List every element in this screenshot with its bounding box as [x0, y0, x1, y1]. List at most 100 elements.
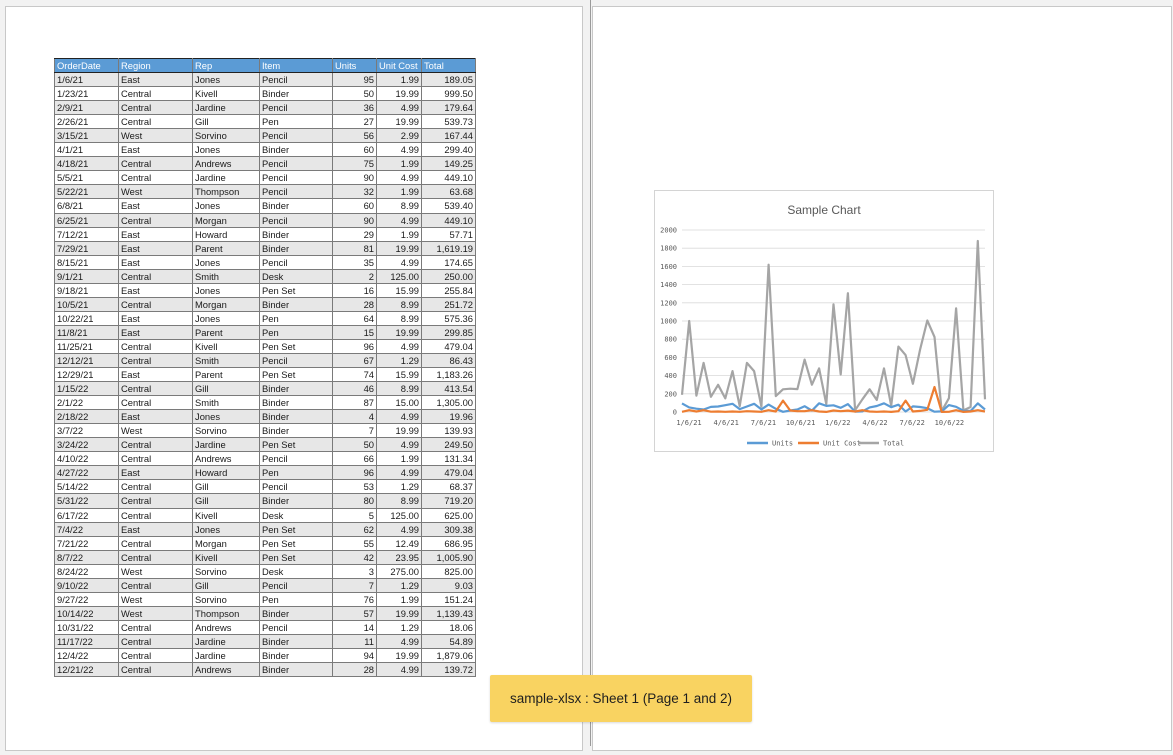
table-cell: Pencil	[259, 254, 333, 270]
table-cell: Jardine	[192, 170, 260, 186]
table-cell: Binder	[259, 493, 333, 509]
table-cell: 299.85	[421, 324, 476, 340]
table-cell: 11/8/21	[54, 324, 119, 340]
table-cell: Gill	[192, 479, 260, 495]
table-cell: Smith	[192, 352, 260, 369]
table-cell: East	[118, 240, 193, 256]
table-cell: 95	[332, 72, 377, 88]
table-cell: Central	[118, 395, 193, 411]
sample-chart[interactable]: Sample Chart 0 200 400 600 800 1000 1200 1400 160…	[654, 190, 994, 452]
table-cell: 1.99	[376, 591, 422, 607]
table-cell: 64	[332, 310, 377, 326]
x-tick-label: 7/6/21	[751, 419, 776, 427]
y-tick-label: 1600	[660, 263, 677, 271]
chart-title: Sample Chart	[787, 203, 861, 217]
table-cell: Binder	[259, 633, 333, 649]
table-cell: Central	[118, 381, 193, 397]
table-cell: 4.99	[376, 254, 422, 270]
table-cell: Central	[118, 268, 193, 284]
table-cell: Central	[118, 479, 193, 495]
table-cell: 686.95	[421, 535, 476, 551]
table-cell: 251.72	[421, 296, 476, 312]
table-cell: East	[118, 254, 193, 270]
table-cell: 54.89	[421, 633, 476, 649]
table-cell: Binder	[259, 395, 333, 411]
table-cell: Andrews	[192, 156, 260, 172]
table-cell: Central	[118, 156, 193, 172]
table-cell: Pencil	[259, 619, 333, 635]
table-cell: 10/14/22	[54, 605, 119, 621]
y-tick-label: 400	[664, 372, 677, 380]
table-cell: 8.99	[376, 296, 422, 312]
table-cell: 28	[332, 662, 377, 678]
table-cell: Smith	[192, 395, 260, 411]
table-cell: 12/4/22	[54, 647, 119, 664]
table-cell: Desk	[259, 563, 333, 579]
table-cell: 8/15/21	[54, 254, 119, 270]
table-cell: Central	[118, 662, 193, 678]
table-cell: 4/27/22	[54, 465, 119, 481]
table-cell: 167.44	[421, 128, 476, 144]
table-cell: 149.25	[421, 156, 476, 172]
table-row: 1/23/21 Central Kivell Binder 50 19.99 999.50	[54, 86, 476, 102]
table-row: 1/6/21 East Jones Pencil 95 1.99 189.05	[54, 72, 476, 88]
table-cell: 4.99	[376, 170, 422, 186]
table-cell: Morgan	[192, 212, 260, 228]
table-cell: East	[118, 198, 193, 214]
table-cell: 7	[332, 423, 377, 439]
table-cell: Central	[118, 170, 193, 186]
table-cell: Central	[118, 619, 193, 635]
table-cell: 11/25/21	[54, 338, 119, 354]
table-row: 2/26/21 Central Gill Pen 27 19.99 539.73	[54, 114, 476, 130]
table-cell: Gill	[192, 577, 260, 593]
y-tick-label: 1200	[660, 299, 677, 307]
table-row: 11/8/21 East Parent Pen 15 19.99 299.85	[54, 324, 476, 340]
table-cell: 179.64	[421, 100, 476, 116]
print-preview-page-1: OrderDate Region Rep Item Units Unit Cos…	[5, 6, 583, 751]
table-row: 10/22/21 East Jones Pen 64 8.99 575.36	[54, 310, 476, 326]
y-tick-label: 600	[664, 354, 677, 362]
table-cell: 19.99	[376, 324, 422, 340]
table-row: 6/17/22 Central Kivell Desk 5 125.00 625.00	[54, 507, 476, 523]
table-cell: 27	[332, 114, 377, 130]
table-cell: 75	[332, 156, 377, 172]
table-cell: Andrews	[192, 662, 260, 678]
table-cell: 9/1/21	[54, 268, 119, 284]
table-row: 12/21/22 Central Andrews Binder 28 4.99 139.72	[54, 662, 476, 678]
table-cell: Pen Set	[259, 549, 333, 565]
table-cell: Pencil	[259, 100, 333, 116]
x-tick-label: 1/6/21	[676, 419, 701, 427]
table-cell: 1.29	[376, 479, 422, 495]
table-cell: 10/22/21	[54, 310, 119, 326]
table-row: 3/7/22 West Sorvino Binder 7 19.99 139.93	[54, 423, 476, 439]
table-cell: 57	[332, 605, 377, 621]
table-cell: 32	[332, 184, 377, 200]
table-cell: 80	[332, 493, 377, 509]
table-cell: Pencil	[259, 212, 333, 228]
table-cell: 57.71	[421, 226, 476, 242]
table-cell: 255.84	[421, 282, 476, 298]
table-row: 7/12/21 East Howard Binder 29 1.99 57.71	[54, 226, 476, 242]
table-row: 11/25/21 Central Kivell Pen Set 96 4.99 479.04	[54, 338, 476, 354]
table-cell: 174.65	[421, 254, 476, 270]
table-cell: 5/14/22	[54, 479, 119, 495]
table-row: 4/18/21 Central Andrews Pencil 75 1.99 149.25	[54, 156, 476, 172]
table-cell: East	[118, 465, 193, 481]
table-cell: 9.03	[421, 577, 476, 593]
table-cell: East	[118, 310, 193, 326]
table-cell: Pencil	[259, 451, 333, 467]
table-cell: 4/18/21	[54, 156, 119, 172]
table-cell: Central	[118, 535, 193, 551]
x-tick-label: 10/6/21	[786, 419, 816, 427]
table-cell: 35	[332, 254, 377, 270]
table-row: 7/29/21 East Parent Binder 81 19.99 1,619.19	[54, 240, 476, 256]
table-cell: 5/5/21	[54, 170, 119, 186]
table-cell: Sorvino	[192, 563, 260, 579]
table-cell: Central	[118, 86, 193, 102]
table-cell: Jones	[192, 254, 260, 270]
table-cell: 96	[332, 338, 377, 354]
preview-caption: sample-xlsx : Sheet 1 (Page 1 and 2)	[490, 675, 752, 722]
table-cell: 8/7/22	[54, 549, 119, 565]
table-cell: 1/15/22	[54, 381, 119, 397]
table-cell: 7/12/21	[54, 226, 119, 242]
